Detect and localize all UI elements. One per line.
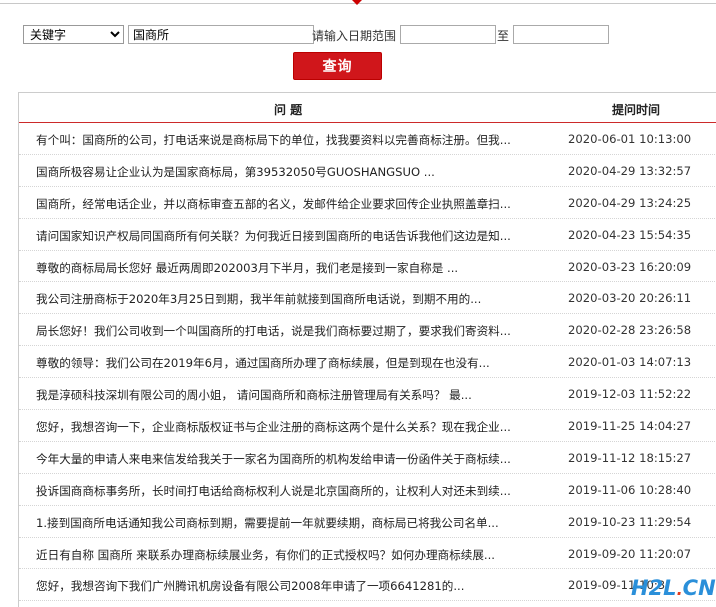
question-time: 2019-11-25 14:04:27 [568,419,692,434]
question-time: 2020-04-29 13:24:25 [568,195,692,210]
table-row: 我公司注册商标于2020年3月25日到期，我半年前就接到国商所电话说，到期不用的… [19,282,716,315]
question-link[interactable]: 尊敬的领导：我们公司在2019年6月，通过国商所办理了商标续展，但是到现在也没有… [36,355,556,371]
table-row: 1.接到国商所电话通知我公司商标到期，需要提前一年就要续期，商标局已将我公司名单… [19,506,716,538]
question-link[interactable]: 您好，我想咨询一下，企业商标版权证书与企业注册的商标这两个是什么关系？现在我企业… [36,419,556,435]
question-time: 2019-10-23 11:29:54 [568,514,692,529]
question-link[interactable]: 我是淳硕科技深圳有限公司的周小姐， 请问国商所和商标注册管理局有关系吗？ 最..… [36,387,556,403]
question-time: 2020-06-01 10:13:00 [568,132,692,146]
site-watermark: H2L.CN [631,576,716,602]
question-link[interactable]: 请问国家知识产权局同国商所有何关联？为何我近日接到国商所的电话告诉我他们这边是知… [36,228,556,244]
table-row: 局长您好！我们公司收到一个叫国商所的打电话，说是我们商标要过期了，要求我们寄资料… [19,314,716,347]
question-link[interactable]: 近日有自称 国商所 来联系办理商标续展业务，有你们的正式授权吗？如何办理商标续展… [36,547,556,563]
column-header-question: 问 题 [274,103,303,117]
question-link[interactable]: 您好，我想咨询下我们广州腾讯机房设备有限公司2008年申请了一项6641281的… [36,578,556,594]
date-from-input[interactable] [400,25,496,44]
question-time: 2020-02-28 23:26:58 [568,323,692,338]
table-row: 我是淳硕科技深圳有限公司的周小姐， 请问国商所和商标注册管理局有关系吗？ 最..… [19,378,716,411]
question-link[interactable]: 国商所极容易让企业认为是国家商标局，第39532050号GUOSHANGSUO … [36,164,556,180]
table-row: 投诉国商商标事务所，长时间打电话给商标权利人说是北京国商所的，让权利人对还未到续… [19,474,716,506]
search-bar: 关键字 请输入日期范围 至 查询 [0,0,716,90]
question-time: 2019-11-12 18:15:27 [568,450,692,465]
question-link[interactable]: 1.接到国商所电话通知我公司商标到期，需要提前一年就要续期，商标局已将我公司名单… [36,515,556,531]
search-type-select[interactable]: 关键字 [23,25,124,44]
question-time: 2020-03-23 16:20:09 [568,259,692,274]
question-time: 2019-12-03 11:52:22 [568,387,692,402]
table-row: 您好，我想咨询下我们广州腾讯机房设备有限公司2008年申请了一项6641281的… [19,569,716,602]
question-time: 2019-11-06 10:28:40 [568,482,692,497]
table-row: 请问国家知识产权局同国商所有何关联？为何我近日接到国商所的电话告诉我他们这边是知… [19,219,716,251]
table-row: 您好，我想咨询一下，企业商标版权证书与企业注册的商标这两个是什么关系？现在我企业… [19,410,716,442]
question-time: 2020-04-23 15:54:35 [568,227,692,242]
column-header-time: 提问时间 [612,103,661,117]
watermark-part: H2L [631,576,677,600]
question-link[interactable]: 有个叫：国商所的公司，打电话来说是商标局下的单位，找我要资料以完善商标注册。但我… [36,132,556,148]
table-row: 今年大量的申请人来电来信发给我关于一家名为国商所的机构发给申请一份函件关于商标续… [19,442,716,474]
question-time: 2019-09-20 11:20:07 [568,546,692,561]
question-link[interactable]: 局长您好！我们公司收到一个叫国商所的打电话，说是我们商标要过期了，要求我们寄资料… [36,323,556,339]
question-link[interactable]: 国商所，经常电话企业，并以商标审查五部的名义，发邮件给企业要求回传企业执照盖章扫… [36,196,556,212]
table-body: 有个叫：国商所的公司，打电话来说是商标局下的单位，找我要资料以完善商标注册。但我… [19,123,716,602]
table-row: 国商所极容易让企业认为是国家商标局，第39532050号GUOSHANGSUO … [19,155,716,187]
date-range-label: 请输入日期范围 [312,29,397,43]
question-time: 2020-03-20 20:26:11 [568,291,692,306]
question-link[interactable]: 投诉国商商标事务所，长时间打电话给商标权利人说是北京国商所的，让权利人对还未到续… [36,483,556,499]
date-to-input[interactable] [513,25,609,44]
watermark-part: CN [682,576,716,600]
question-link[interactable]: 今年大量的申请人来电来信发给我关于一家名为国商所的机构发给申请一份函件关于商标续… [36,451,556,467]
table-row: 尊敬的商标局局长您好 最近两周即202003月下半月，我们老是接到一家自称是 .… [19,251,716,283]
question-link[interactable]: 我公司注册商标于2020年3月25日到期，我半年前就接到国商所电话说，到期不用的… [36,291,556,307]
question-time: 2020-01-03 14:07:13 [568,355,692,370]
table-row: 近日有自称 国商所 来联系办理商标续展业务，有你们的正式授权吗？如何办理商标续展… [19,538,716,570]
keyword-input[interactable] [128,25,314,44]
table-row: 国商所，经常电话企业，并以商标审查五部的名义，发邮件给企业要求回传企业执照盖章扫… [19,187,716,219]
table-header: 问 题 提问时间 [19,92,716,123]
search-button[interactable]: 查询 [293,52,382,80]
question-link[interactable]: 尊敬的商标局局长您好 最近两周即202003月下半月，我们老是接到一家自称是 .… [36,260,556,276]
question-table: 问 题 提问时间 有个叫：国商所的公司，打电话来说是商标局下的单位，找我要资料以… [18,92,716,607]
date-to-label: 至 [497,29,510,43]
table-row: 尊敬的领导：我们公司在2019年6月，通过国商所办理了商标续展，但是到现在也没有… [19,346,716,379]
question-time: 2020-04-29 13:32:57 [568,163,692,178]
table-row: 有个叫：国商所的公司，打电话来说是商标局下的单位，找我要资料以完善商标注册。但我… [19,123,716,155]
